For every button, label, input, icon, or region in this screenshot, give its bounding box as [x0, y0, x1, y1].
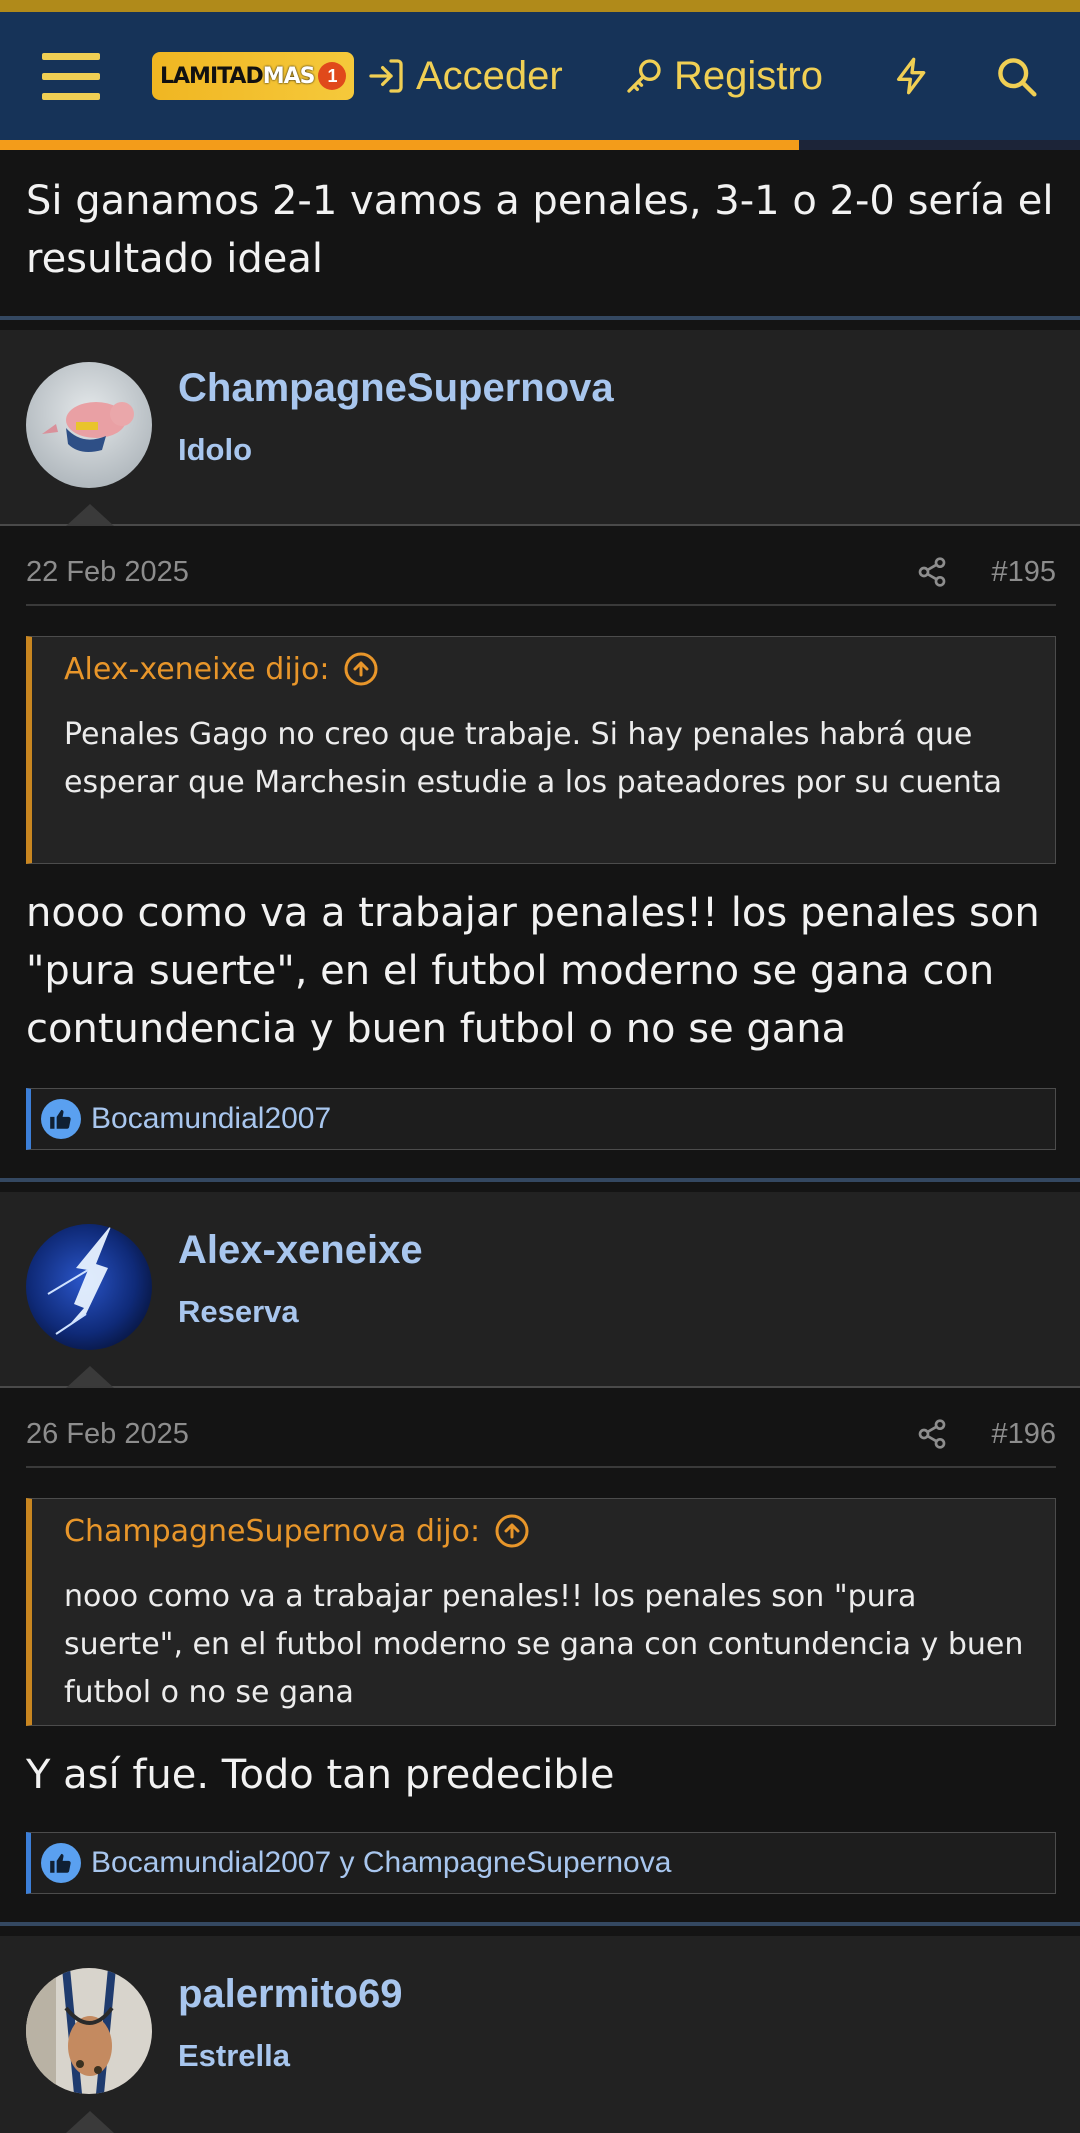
quote-header[interactable]: Alex-xeneixe dijo: — [64, 651, 379, 687]
post-user-role: Estrella — [178, 2038, 291, 2073]
post-user-role: Reserva — [178, 1294, 299, 1329]
post-meta: 26 Feb 2025 #196 — [26, 1408, 1056, 1468]
logo-text-part1: LAMITAD — [160, 63, 264, 89]
post-number[interactable]: #196 — [991, 1418, 1056, 1451]
post-user-block: palermito69 Estrella — [0, 1936, 1080, 2133]
post-separator — [0, 316, 1080, 320]
register-link[interactable]: Registro — [622, 12, 823, 140]
previous-post-text: Si ganamos 2-1 vamos a penales, 3-1 o 2-… — [26, 178, 1054, 282]
logo-text-part2: MAS — [262, 63, 316, 89]
reactions-users[interactable]: Bocamundial2007 — [91, 1102, 331, 1136]
share-icon[interactable] — [916, 556, 948, 596]
login-link[interactable]: Acceder — [364, 12, 563, 140]
circle-arrow-up-icon[interactable] — [343, 651, 379, 687]
user-block-pointer — [66, 1366, 114, 1388]
post-user-block: ChampagneSupernova Idolo — [0, 330, 1080, 526]
post-username[interactable]: ChampagneSupernova — [178, 366, 614, 411]
post-username[interactable]: palermito69 — [178, 1972, 403, 2017]
search-icon — [998, 58, 1037, 97]
like-icon — [41, 1843, 81, 1883]
post-quote: ChampagneSupernova dijo: nooo como va a … — [26, 1498, 1056, 1726]
post-reactions[interactable]: Bocamundial2007 y ChampagneSupernova — [26, 1832, 1056, 1894]
post-date[interactable]: 26 Feb 2025 — [26, 1418, 189, 1451]
post-text: nooo como va a trabajar penales!! los pe… — [26, 890, 1040, 1052]
post-separator — [0, 1922, 1080, 1926]
user-block-pointer — [66, 504, 114, 526]
flying-pig-avatar[interactable] — [26, 362, 152, 488]
quote-author[interactable]: ChampagneSupernova dijo: — [64, 1514, 480, 1549]
post-user-block: Alex-xeneixe Reserva — [0, 1192, 1080, 1388]
reading-progress-fill — [0, 140, 800, 150]
register-label: Registro — [674, 53, 823, 98]
bolt-icon — [897, 57, 926, 95]
quote-header[interactable]: ChampagneSupernova dijo: — [64, 1513, 530, 1549]
post-separator — [0, 1178, 1080, 1182]
header-top-line — [0, 0, 1080, 12]
circle-arrow-up-icon[interactable] — [494, 1513, 530, 1549]
post-meta: 22 Feb 2025 #195 — [26, 546, 1056, 606]
search-button[interactable] — [994, 12, 1046, 140]
reading-progress-bar — [0, 140, 1080, 150]
user-block-pointer — [66, 2111, 114, 2133]
like-icon — [41, 1099, 81, 1139]
post-number[interactable]: #195 — [991, 556, 1056, 589]
share-icon[interactable] — [916, 1418, 948, 1458]
hamburger-icon — [42, 52, 100, 100]
post-quote: Alex-xeneixe dijo: Penales Gago no creo … — [26, 636, 1056, 864]
post-date[interactable]: 22 Feb 2025 — [26, 556, 189, 589]
post-user-role: Idolo — [178, 432, 253, 467]
post-username[interactable]: Alex-xeneixe — [178, 1228, 423, 1273]
photo-avatar[interactable] — [26, 1968, 152, 2094]
post-text: Y así fue. Todo tan predecible — [26, 1752, 615, 1798]
post-reactions[interactable]: Bocamundial2007 — [26, 1088, 1056, 1150]
login-label: Acceder — [416, 53, 563, 98]
logo-text-part3: 1 — [318, 62, 347, 90]
quote-text: Penales Gago no creo que trabaje. Si hay… — [64, 717, 1002, 800]
reactions-users[interactable]: Bocamundial2007 y ChampagneSupernova — [91, 1846, 671, 1880]
site-logo[interactable]: LAMITAD MAS 1 — [152, 12, 355, 140]
whats-new-button[interactable] — [892, 12, 940, 140]
key-icon — [627, 59, 661, 93]
quote-author[interactable]: Alex-xeneixe dijo: — [64, 652, 329, 687]
lightning-avatar[interactable] — [26, 1224, 152, 1350]
sign-in-icon — [369, 59, 403, 93]
quote-text: nooo como va a trabajar penales!! los pe… — [64, 1579, 1024, 1710]
menu-button[interactable] — [42, 12, 102, 140]
